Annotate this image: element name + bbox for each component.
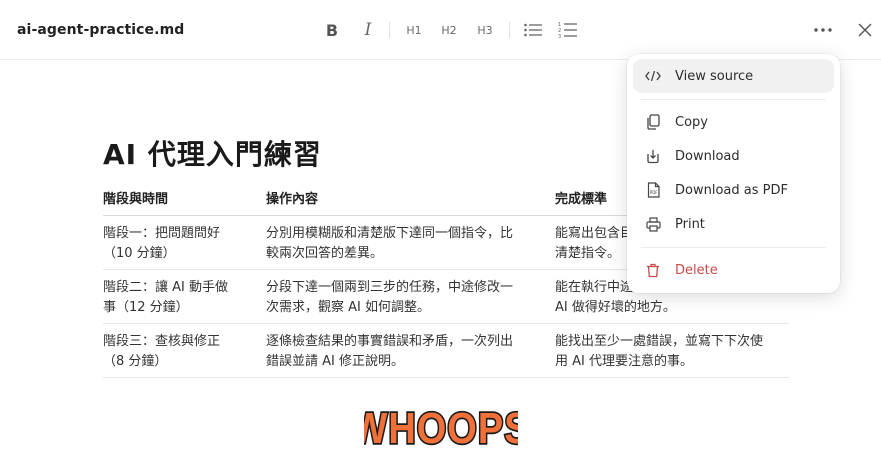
column-header: 操作內容 (266, 180, 555, 216)
menu-item-label: Download as PDF (675, 182, 788, 198)
cell-line: 清楚指令。 (555, 245, 621, 261)
toolbar-divider (509, 22, 510, 38)
bold-icon: B (325, 20, 339, 40)
action-cell: 分別用模糊版和清楚版下達同一個指令，比 較兩次回答的差異。 (266, 215, 555, 270)
numbered-list-button[interactable]: 1 2 3 (556, 18, 580, 42)
whoops-text: WHOOPS (364, 405, 518, 453)
copy-icon (645, 114, 661, 130)
menu-item-delete[interactable]: Delete (633, 253, 834, 287)
cell-line: 用 AI 代理要注意的事。 (555, 353, 693, 369)
column-header: 階段與時間 (103, 180, 266, 216)
menu-divider (641, 99, 826, 100)
cell-line: 能寫出包含目 (555, 225, 634, 241)
pdf-file-icon: PDF (645, 182, 661, 198)
italic-button[interactable]: I (358, 18, 378, 42)
stage-cell: 階段一：把問題問好 （10 分鐘） (103, 215, 266, 270)
cell-line: 階段二：讓 AI 動手做 (103, 279, 228, 295)
action-cell: 逐條檢查結果的事實錯誤和矛盾，一次列出 錯誤並請 AI 修正說明。 (266, 323, 555, 378)
cell-line: AI 做得好壞的地方。 (555, 299, 676, 315)
more-options-button[interactable] (810, 18, 836, 42)
trash-icon (645, 262, 661, 278)
close-button[interactable] (852, 18, 878, 42)
menu-item-download-pdf[interactable]: PDF Download as PDF (633, 173, 834, 207)
cell-line: 錯誤並請 AI 修正說明。 (266, 353, 404, 369)
menu-item-label: Delete (675, 262, 718, 278)
more-icon (814, 28, 832, 32)
menu-item-download[interactable]: Download (633, 139, 834, 173)
cell-line: 階段三：查核與修正 (103, 333, 221, 349)
numbered-list-icon: 1 2 3 (558, 22, 577, 39)
stage-cell: 階段三：查核與修正 （8 分鐘） (103, 323, 266, 378)
bold-button[interactable]: B (322, 18, 342, 42)
table-row: 階段三：查核與修正 （8 分鐘） 逐條檢查結果的事實錯誤和矛盾，一次列出 錯誤並請 … (103, 323, 789, 378)
close-icon (858, 23, 872, 37)
svg-text:3: 3 (558, 34, 561, 39)
code-icon (645, 68, 661, 84)
editor-toolbar: ai-agent-practice.md B I H1 H2 H3 1 2 3 (0, 0, 881, 60)
menu-item-label: Download (675, 148, 740, 164)
cell-line: 階段一：把問題問好 (103, 225, 221, 241)
heading2-button[interactable]: H2 (437, 18, 461, 42)
cell-line: （10 分鐘） (103, 245, 176, 261)
menu-divider (641, 247, 826, 248)
menu-item-label: Print (675, 216, 705, 232)
more-options-menu: View source Copy Download PDF Download a… (627, 54, 840, 293)
file-name: ai-agent-practice.md (17, 22, 185, 38)
italic-icon: I (364, 20, 372, 40)
heading1-button[interactable]: H1 (402, 18, 426, 42)
cell-line: 事（12 分鐘） (103, 299, 189, 315)
bullet-list-icon (524, 23, 542, 37)
stage-cell: 階段二：讓 AI 動手做 事（12 分鐘） (103, 269, 266, 324)
bullet-list-button[interactable] (521, 18, 545, 42)
action-cell: 分段下達一個兩到三步的任務，中途修改一 次需求，觀察 AI 如何調整。 (266, 269, 555, 324)
printer-icon (645, 216, 661, 232)
whoops-graphic: WHOOPS (364, 405, 518, 453)
heading3-button[interactable]: H3 (473, 18, 497, 42)
svg-text:PDF: PDF (649, 190, 657, 195)
cell-line: 能在執行中途 (555, 279, 634, 295)
menu-item-label: View source (675, 68, 754, 84)
menu-item-label: Copy (675, 114, 708, 130)
toolbar-divider (389, 22, 390, 38)
cell-line: （8 分鐘） (103, 353, 168, 369)
cell-line: 分段下達一個兩到三步的任務，中途修改一 (266, 279, 514, 295)
download-icon (645, 148, 661, 164)
menu-item-view-source[interactable]: View source (633, 59, 834, 93)
cell-line: 逐條檢查結果的事實錯誤和矛盾，一次列出 (266, 333, 514, 349)
menu-item-print[interactable]: Print (633, 207, 834, 241)
cell-line: 較兩次回答的差異。 (266, 245, 384, 261)
cell-line: 能找出至少一處錯誤，並寫下下次使 (555, 333, 764, 349)
cell-line: 分別用模糊版和清楚版下達同一個指令，比 (266, 225, 514, 241)
menu-item-copy[interactable]: Copy (633, 105, 834, 139)
criteria-cell: 能找出至少一處錯誤，並寫下下次使用 AI 代理要注意的事。 (555, 323, 789, 378)
document-title: AI 代理入門練習 (103, 138, 322, 171)
cell-line: 次需求，觀察 AI 如何調整。 (266, 299, 430, 315)
